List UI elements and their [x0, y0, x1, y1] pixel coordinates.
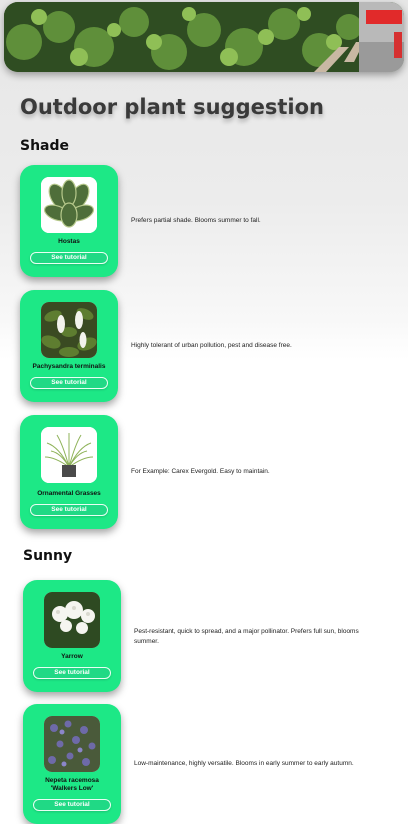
ornamental-grasses-image [41, 427, 97, 483]
hero-banner-image [4, 2, 404, 72]
plant-card-nepeta: Nepeta racemosa 'Walkers Low' See tutori… [23, 704, 121, 824]
plant-card-ornamental-grasses: Ornamental Grasses See tutorial [20, 415, 118, 529]
see-tutorial-button[interactable]: See tutorial [30, 377, 108, 389]
plant-card-pachysandra: Pachysandra terminalis See tutorial [20, 290, 118, 402]
plant-description: Low-maintenance, highly versatile. Bloom… [134, 760, 354, 767]
plant-card-hostas: Hostas See tutorial [20, 165, 118, 277]
plant-name: Ornamental Grasses [37, 490, 101, 497]
section-title-shade: Shade [20, 138, 70, 154]
yarrow-image [44, 592, 100, 648]
see-tutorial-button[interactable]: See tutorial [30, 252, 108, 264]
plant-name: Hostas [58, 238, 80, 245]
plant-name: Pachysandra terminalis [32, 363, 106, 370]
see-tutorial-button[interactable]: See tutorial [30, 504, 108, 516]
pachysandra-image [41, 302, 97, 358]
plant-description: Pest-resistant, quick to spread, and a m… [134, 628, 359, 645]
plant-description: For Example: Carex Evergold. Easy to mai… [131, 468, 270, 475]
plant-description: Prefers partial shade. Blooms summer to … [131, 217, 261, 224]
nepeta-image [44, 716, 100, 772]
plant-name: Yarrow [61, 653, 83, 660]
plant-card-yarrow: Yarrow See tutorial [23, 580, 121, 692]
see-tutorial-button[interactable]: See tutorial [33, 667, 111, 679]
page-title: Outdoor plant suggestion [20, 95, 324, 119]
section-title-sunny: Sunny [23, 548, 73, 564]
hostas-image [41, 177, 97, 233]
see-tutorial-button[interactable]: See tutorial [33, 799, 111, 811]
plant-name: Nepeta racemosa 'Walkers Low' [45, 777, 99, 792]
plant-description: Highly tolerant of urban pollution, pest… [131, 342, 292, 349]
